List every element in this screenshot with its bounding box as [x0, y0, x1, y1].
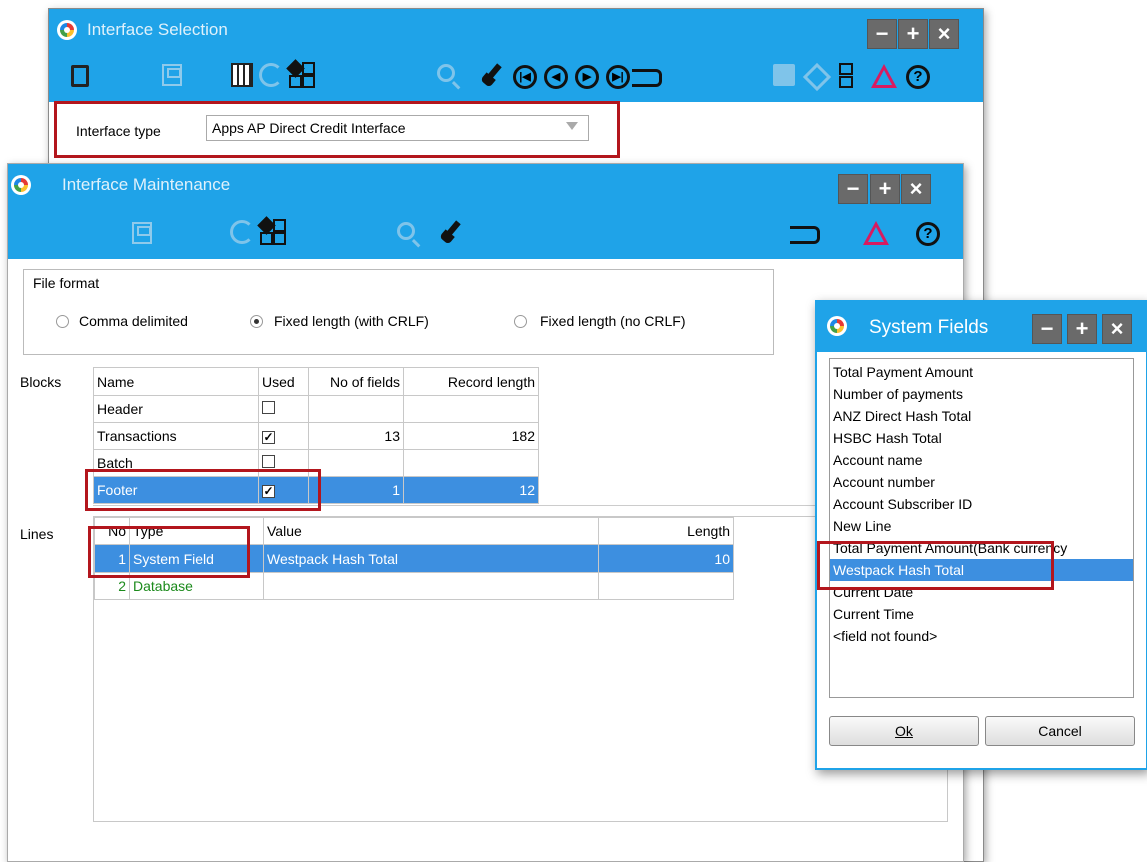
line-value [263, 572, 599, 600]
block-length [403, 449, 539, 477]
maximize-button[interactable]: + [898, 19, 928, 49]
cancel-button[interactable]: Cancel [985, 716, 1135, 746]
minimize-button[interactable]: − [1032, 314, 1062, 344]
highlight-footer-row [85, 469, 321, 511]
lines-label: Lines [20, 526, 54, 542]
block-fields: 13 [308, 422, 404, 450]
alert-icon[interactable] [863, 221, 889, 245]
column-header-name[interactable]: Name [93, 367, 259, 396]
list-item[interactable]: Account Subscriber ID [830, 493, 1133, 515]
last-record-icon[interactable]: ▶| [606, 65, 630, 89]
close-button[interactable]: × [901, 174, 931, 204]
search-icon[interactable] [437, 64, 455, 82]
block-fields [308, 395, 404, 423]
ok-button[interactable]: Ok [829, 716, 979, 746]
refresh-icon[interactable] [230, 220, 254, 244]
layout-grid-icon[interactable] [257, 216, 286, 245]
block-fields: 1 [308, 476, 404, 504]
new-page-icon[interactable] [71, 65, 89, 87]
help-icon[interactable]: ? [916, 222, 940, 246]
fixed-length-no-crlf-radio[interactable] [514, 315, 527, 328]
system-fields-list[interactable]: Total Payment Amount Number of payments … [829, 358, 1134, 698]
minimize-button[interactable]: − [838, 174, 868, 204]
save-icon[interactable] [132, 222, 152, 244]
line-value: Westpack Hash Total [263, 544, 599, 573]
used-cell: ✓ [258, 422, 309, 450]
used-cell [258, 395, 309, 423]
next-record-icon[interactable]: ▶ [575, 65, 599, 89]
system-fields-titlebar: System Fields − + × [817, 302, 1146, 352]
table-row[interactable]: Transactions ✓ 13 182 [93, 422, 539, 450]
highlight-westpack-item [817, 541, 1054, 590]
previous-record-icon[interactable]: ◀ [544, 65, 568, 89]
block-length: 12 [403, 476, 539, 504]
layout-grid-icon[interactable] [286, 59, 315, 88]
system-fields-dialog: System Fields − + × Total Payment Amount… [815, 300, 1147, 770]
list-item[interactable]: <field not found> [830, 625, 1133, 647]
app-logo-icon [57, 20, 77, 40]
point-hand-icon[interactable] [790, 226, 820, 244]
line-length [598, 572, 734, 600]
file-format-group: File format Comma delimited Fixed length… [23, 269, 774, 355]
table-header-row: Name Used No of fields Record length [93, 367, 539, 396]
blocks-label: Blocks [20, 374, 62, 390]
list-item[interactable]: Account name [830, 449, 1133, 471]
search-icon[interactable] [397, 222, 415, 240]
clear-brush-icon[interactable] [439, 220, 465, 244]
list-item[interactable]: Total Payment Amount [830, 361, 1133, 383]
tag-icon[interactable] [803, 63, 827, 87]
list-item[interactable]: Current Time [830, 603, 1133, 625]
refresh-icon[interactable] [259, 63, 283, 87]
used-checkbox[interactable]: ✓ [262, 431, 275, 444]
file-format-label: File format [33, 275, 100, 291]
first-record-icon[interactable]: |◀ [513, 65, 537, 89]
dialog-title: System Fields [869, 317, 989, 338]
minimize-button[interactable]: − [867, 19, 897, 49]
list-item[interactable]: Account number [830, 471, 1133, 493]
list-item[interactable]: New Line [830, 515, 1133, 537]
maximize-button[interactable]: + [870, 174, 900, 204]
columns-icon[interactable] [839, 63, 853, 88]
block-name: Header [93, 395, 259, 423]
block-length: 182 [403, 422, 539, 450]
app-logo-icon [827, 316, 847, 336]
comma-delimited-radio[interactable] [56, 315, 69, 328]
fixed-length-crlf-radio[interactable] [250, 315, 263, 328]
block-name: Transactions [93, 422, 259, 450]
app-logo-icon [11, 175, 31, 195]
interface-maintenance-titlebar: Interface Maintenance − + × ? [8, 164, 963, 259]
used-checkbox[interactable] [262, 455, 275, 468]
fixed-length-no-crlf-label[interactable]: Fixed length (no CRLF) [540, 313, 686, 329]
alert-icon[interactable] [871, 64, 897, 88]
maximize-button[interactable]: + [1067, 314, 1097, 344]
block-fields [308, 449, 404, 477]
list-item[interactable]: Number of payments [830, 383, 1133, 405]
column-header-length[interactable]: Record length [403, 367, 539, 396]
block-length [403, 395, 539, 423]
window-title: Interface Selection [87, 20, 228, 39]
used-checkbox[interactable] [262, 401, 275, 414]
delete-bin-icon[interactable] [231, 63, 253, 87]
column-header-value[interactable]: Value [263, 517, 599, 545]
clear-brush-icon[interactable] [480, 63, 506, 87]
highlight-interface-type [54, 101, 620, 158]
interface-selection-titlebar: Interface Selection − + × |◀ ◀ ▶ ▶| ? [49, 9, 983, 102]
table-row[interactable]: Header [93, 395, 539, 423]
save-icon[interactable] [162, 64, 182, 86]
list-item[interactable]: ANZ Direct Hash Total [830, 405, 1133, 427]
column-header-used[interactable]: Used [258, 367, 309, 396]
column-header-length[interactable]: Length [598, 517, 734, 545]
fixed-length-crlf-label[interactable]: Fixed length (with CRLF) [274, 313, 429, 329]
window-title: Interface Maintenance [62, 175, 231, 194]
close-button[interactable]: × [929, 19, 959, 49]
column-header-fields[interactable]: No of fields [308, 367, 404, 396]
close-button[interactable]: × [1102, 314, 1132, 344]
comma-delimited-label[interactable]: Comma delimited [79, 313, 188, 329]
highlight-system-field-row [88, 526, 250, 578]
point-hand-icon[interactable] [632, 69, 662, 87]
help-icon[interactable]: ? [906, 65, 930, 89]
list-item[interactable]: HSBC Hash Total [830, 427, 1133, 449]
line-length: 10 [598, 544, 734, 573]
note-icon[interactable] [773, 64, 795, 86]
